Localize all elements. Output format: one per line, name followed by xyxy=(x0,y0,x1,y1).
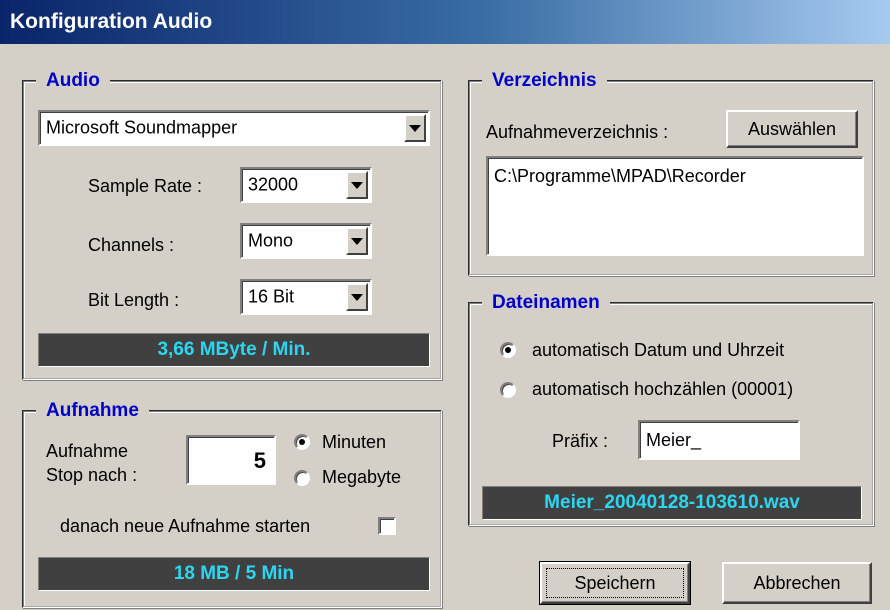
chevron-down-icon[interactable] xyxy=(346,171,368,199)
device-select[interactable]: Microsoft Soundmapper xyxy=(38,110,430,146)
save-button[interactable]: Speichern xyxy=(539,561,691,605)
stop-after-label-line2: Stop nach : xyxy=(46,465,138,485)
restart-recording-label: danach neue Aufnahme starten xyxy=(60,516,311,536)
verzeichnis-legend: Verzeichnis xyxy=(482,68,607,94)
size-display: 18 MB / 5 Min xyxy=(38,557,430,591)
sample-rate-value: 32000 xyxy=(248,174,299,195)
channels-select[interactable]: Mono xyxy=(240,223,372,259)
channels-label: Channels : xyxy=(88,235,175,255)
choose-directory-button[interactable]: Auswählen xyxy=(726,110,858,148)
aufnahme-legend: Aufnahme xyxy=(36,398,149,424)
dir-label: Aufnahmeverzeichnis : xyxy=(486,122,669,142)
bit-length-select[interactable]: 16 Bit xyxy=(240,279,372,315)
sample-rate-select[interactable]: 32000 xyxy=(240,167,372,203)
cancel-button[interactable]: Abbrechen xyxy=(722,562,872,604)
device-select-value: Microsoft Soundmapper xyxy=(46,117,238,138)
prefix-input[interactable]: Meier_ xyxy=(638,420,800,460)
window-title-bar: Konfiguration Audio xyxy=(0,0,890,44)
unit-minutes-label[interactable]: Minuten xyxy=(322,431,386,453)
filename-datetime-label[interactable]: automatisch Datum und Uhrzeit xyxy=(532,339,784,361)
prefix-label: Präfix : xyxy=(552,431,609,451)
filename-counter-label[interactable]: automatisch hochzählen (00001) xyxy=(532,378,793,400)
sample-rate-label: Sample Rate : xyxy=(88,176,203,196)
chevron-down-icon[interactable] xyxy=(346,227,368,255)
window-title: Konfiguration Audio xyxy=(10,10,213,33)
bit-length-value: 16 Bit xyxy=(248,286,295,307)
dateinamen-legend: Dateinamen xyxy=(482,290,610,316)
bit-length-label: Bit Length : xyxy=(88,290,180,310)
directory-path-value: C:\Programme\MPAD\Recorder xyxy=(494,166,746,186)
unit-megabyte-label[interactable]: Megabyte xyxy=(322,466,401,488)
chevron-down-icon[interactable] xyxy=(346,283,368,311)
unit-minutes-radio[interactable] xyxy=(294,434,310,450)
restart-recording-checkbox[interactable] xyxy=(378,517,396,535)
stop-after-label-line1: Aufnahme xyxy=(46,441,129,461)
unit-megabyte-radio[interactable] xyxy=(294,470,310,486)
stop-after-value: 5 xyxy=(253,448,266,473)
prefix-value: Meier_ xyxy=(646,430,702,450)
channels-value: Mono xyxy=(248,230,294,251)
stop-after-input[interactable]: 5 xyxy=(186,435,276,485)
audio-legend: Audio xyxy=(36,68,110,94)
chevron-down-icon[interactable] xyxy=(404,114,426,142)
directory-path-field[interactable]: C:\Programme\MPAD\Recorder xyxy=(486,156,864,256)
rate-display: 3,66 MByte / Min. xyxy=(38,333,430,367)
filename-display: Meier_20040128-103610.wav xyxy=(482,486,862,520)
filename-counter-radio[interactable] xyxy=(500,382,516,398)
filename-datetime-radio[interactable] xyxy=(500,342,516,358)
